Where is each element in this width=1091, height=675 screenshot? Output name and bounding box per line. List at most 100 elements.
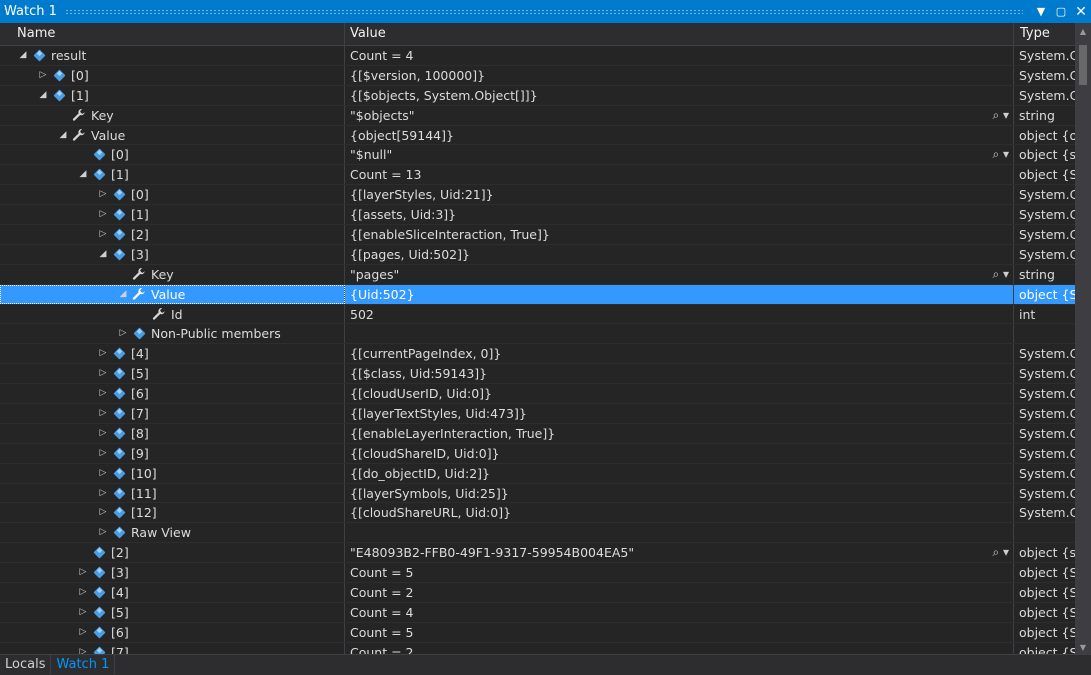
expand-arrow-icon[interactable]: ▷: [96, 484, 110, 503]
tree-row[interactable]: ▷ [4] Count = 2 object {S: [0, 583, 1075, 603]
name-cell[interactable]: [0]: [0, 145, 345, 165]
tree-row[interactable]: ▷ [12] {[cloudShareURL, Uid:0]} System.Co: [0, 503, 1075, 524]
name-cell[interactable]: ▷ [0]: [0, 65, 345, 85]
tree-row[interactable]: ▷ [4] {[currentPageIndex, 0]} System.Co: [0, 344, 1075, 365]
expand-arrow-icon[interactable]: ▷: [76, 623, 90, 642]
expand-arrow-icon[interactable]: ▷: [76, 643, 90, 654]
tab-watch-1[interactable]: Watch 1: [51, 655, 116, 674]
value-cell[interactable]: {[do_objectID, Uid:2]}: [345, 463, 1014, 483]
scroll-up-icon[interactable]: ▲: [1075, 27, 1091, 36]
text-visualizer-magnifier-icon[interactable]: ⌕ ▾: [992, 265, 1009, 284]
tree-row[interactable]: ▷ Raw View: [0, 523, 1075, 544]
value-cell[interactable]: {[pages, Uid:502]}: [345, 244, 1014, 264]
window-menu-dropdown-icon[interactable]: ▼: [1031, 5, 1051, 18]
tree-row[interactable]: ▷ Non-Public members: [0, 324, 1075, 345]
tree-row[interactable]: ◢ Value {Uid:502} object {S: [0, 284, 1075, 305]
value-cell[interactable]: {[currentPageIndex, 0]}: [345, 344, 1014, 364]
expand-arrow-icon[interactable]: ▷: [96, 364, 110, 383]
expand-arrow-icon[interactable]: ▷: [36, 66, 50, 85]
name-cell[interactable]: ▷ [8]: [0, 423, 345, 443]
expand-arrow-icon[interactable]: ▷: [96, 384, 110, 403]
name-cell[interactable]: ◢ [3]: [0, 244, 345, 264]
name-cell[interactable]: ◢ Value: [0, 284, 345, 304]
value-cell[interactable]: {[$objects, System.Object[]]}: [345, 85, 1014, 105]
name-cell[interactable]: ▷ [7]: [0, 404, 345, 423]
text-visualizer-magnifier-icon[interactable]: ⌕ ▾: [992, 543, 1009, 562]
tree-row[interactable]: ◢ [1] {[$objects, System.Object[]]} System.…: [0, 85, 1075, 106]
name-cell[interactable]: ◢ Value: [0, 125, 345, 145]
tree-row[interactable]: ▷ [7] {[layerTextStyles, Uid:473]} System.C…: [0, 404, 1075, 424]
text-visualizer-magnifier-icon[interactable]: ⌕ ▾: [992, 106, 1009, 125]
expand-arrow-icon[interactable]: ▷: [96, 344, 110, 363]
tree-row[interactable]: [0] "$null" ⌕ ▾ object {s: [0, 145, 1075, 166]
expand-arrow-icon[interactable]: ▷: [96, 185, 110, 204]
expand-arrow-icon[interactable]: ▷: [96, 404, 110, 423]
tree-row[interactable]: ▷ [9] {[cloudShareID, Uid:0]} System.Co: [0, 443, 1075, 464]
tree-row[interactable]: ▷ [6] {[cloudUserID, Uid:0]} System.Co: [0, 384, 1075, 405]
tree-row[interactable]: ▷ [5] {[$class, Uid:59143]} System.Co: [0, 364, 1075, 385]
name-cell[interactable]: Id: [0, 304, 345, 324]
name-cell[interactable]: ▷ [6]: [0, 622, 345, 642]
tree-row[interactable]: ▷ [2] {[enableSliceInteraction, True]} Syst…: [0, 225, 1075, 245]
vertical-scrollbar[interactable]: ▲ ▼: [1075, 23, 1091, 654]
name-cell[interactable]: ▷ Non-Public members: [0, 324, 345, 344]
name-cell[interactable]: ▷ [4]: [0, 344, 345, 364]
expand-arrow-icon[interactable]: ▷: [76, 583, 90, 602]
value-cell[interactable]: [345, 523, 1014, 543]
value-cell[interactable]: Count = 13: [345, 165, 1014, 185]
value-cell[interactable]: {[$version, 100000]}: [345, 65, 1014, 85]
collapse-arrow-icon[interactable]: ◢: [56, 126, 70, 145]
tree-row[interactable]: ▷ [10] {[do_objectID, Uid:2]} System.Co: [0, 463, 1075, 484]
value-cell[interactable]: {object[59144]}: [345, 125, 1014, 145]
value-cell[interactable]: {[assets, Uid:3]}: [345, 205, 1014, 225]
name-cell[interactable]: ▷ [11]: [0, 483, 345, 503]
value-cell[interactable]: {[layerSymbols, Uid:25]}: [345, 483, 1014, 503]
name-cell[interactable]: Key: [0, 264, 345, 284]
tree-row[interactable]: ▷ [6] Count = 5 object {S: [0, 622, 1075, 643]
name-cell[interactable]: ▷ [9]: [0, 443, 345, 463]
close-icon[interactable]: ✕: [1071, 4, 1091, 20]
tree-row[interactable]: Key "$objects" ⌕ ▾ string: [0, 105, 1075, 126]
value-cell[interactable]: "E48093B2-FFB0-49F1-9317-59954B004EA5" ⌕ …: [345, 543, 1014, 563]
name-cell[interactable]: ▷ Raw View: [0, 523, 345, 543]
name-cell[interactable]: ◢ result: [0, 46, 345, 65]
tree-row[interactable]: ◢ result Count = 4 System.Co: [0, 46, 1075, 66]
scroll-thumb[interactable]: [1079, 45, 1087, 85]
value-cell[interactable]: {[layerStyles, Uid:21]}: [345, 185, 1014, 205]
value-cell[interactable]: Count = 4: [345, 46, 1014, 65]
expand-arrow-icon[interactable]: ▷: [96, 444, 110, 463]
value-cell[interactable]: 502: [345, 304, 1014, 324]
name-cell[interactable]: ▷ [4]: [0, 583, 345, 602]
value-cell[interactable]: Count = 4: [345, 602, 1014, 622]
value-cell[interactable]: {[$class, Uid:59143]}: [345, 364, 1014, 384]
tree-row[interactable]: ▷ [5] Count = 4 object {S: [0, 602, 1075, 623]
column-header-name[interactable]: Name: [0, 23, 345, 45]
tab-locals[interactable]: Locals: [0, 655, 52, 674]
tree-row[interactable]: ◢ [3] {[pages, Uid:502]} System.Co: [0, 244, 1075, 265]
name-cell[interactable]: ◢ [1]: [0, 165, 345, 185]
value-cell[interactable]: {[cloudUserID, Uid:0]}: [345, 384, 1014, 404]
value-cell[interactable]: Count = 5: [345, 622, 1014, 642]
name-cell[interactable]: ▷ [5]: [0, 602, 345, 622]
value-cell[interactable]: {[layerTextStyles, Uid:473]}: [345, 404, 1014, 423]
value-cell[interactable]: "$objects" ⌕ ▾: [345, 105, 1014, 125]
value-cell[interactable]: [345, 324, 1014, 344]
maximize-icon[interactable]: ▢: [1051, 5, 1071, 18]
tree-row[interactable]: ▷ [7] Count = 2 object {S: [0, 642, 1075, 654]
tree-row[interactable]: Key "pages" ⌕ ▾ string: [0, 264, 1075, 285]
tree-row[interactable]: ▷ [0] {[layerStyles, Uid:21]} System.Co: [0, 185, 1075, 206]
expand-arrow-icon[interactable]: ▷: [76, 603, 90, 622]
drag-grip[interactable]: [64, 8, 1023, 15]
tree-row[interactable]: ▷ [8] {[enableLayerInteraction, True]} Syst…: [0, 423, 1075, 444]
name-cell[interactable]: ▷ [5]: [0, 364, 345, 384]
value-cell[interactable]: Count = 2: [345, 583, 1014, 602]
text-visualizer-magnifier-icon[interactable]: ⌕ ▾: [992, 145, 1009, 164]
value-cell[interactable]: {[enableSliceInteraction, True]}: [345, 225, 1014, 244]
value-cell[interactable]: {[enableLayerInteraction, True]}: [345, 423, 1014, 443]
value-cell[interactable]: "pages" ⌕ ▾: [345, 264, 1014, 284]
value-cell[interactable]: {[cloudShareID, Uid:0]}: [345, 443, 1014, 463]
scroll-down-icon[interactable]: ▼: [1075, 643, 1091, 652]
expand-arrow-icon[interactable]: ▷: [116, 324, 130, 343]
name-cell[interactable]: ▷ [10]: [0, 463, 345, 483]
tree-row[interactable]: ▷ [1] {[assets, Uid:3]} System.Co: [0, 205, 1075, 226]
